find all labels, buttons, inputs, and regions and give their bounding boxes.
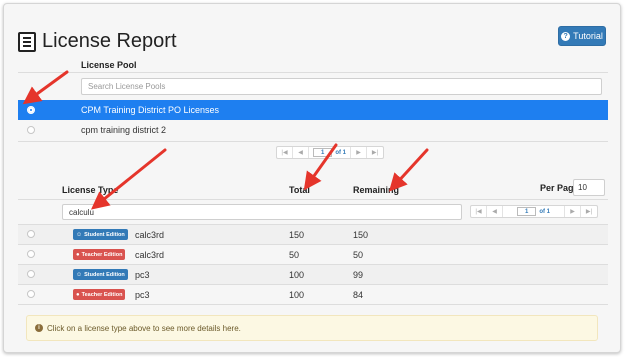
page-indicator: 1 of 1 — [503, 206, 566, 217]
prev-page-button[interactable]: ◀ — [487, 206, 503, 217]
license-type-radio[interactable] — [27, 290, 35, 298]
page-count: of 1 — [539, 208, 551, 215]
badge-label: Student Edition — [84, 271, 125, 278]
teacher-edition-badge: ● Teacher Edition — [73, 289, 126, 300]
info-alert: i Click on a license type above to see m… — [26, 315, 598, 341]
teacher-edition-badge: ● Teacher Edition — [73, 249, 126, 260]
page-title: License Report — [42, 30, 177, 52]
license-pool-search-input[interactable]: Search License Pools — [81, 78, 602, 95]
page-indicator: 1 of 1 — [309, 147, 352, 158]
page-header: License Report — [18, 30, 177, 53]
license-pool-name: CPM Training District PO Licenses — [81, 105, 220, 115]
license-type-row[interactable]: ● Teacher Edition pc3 100 84 — [18, 285, 608, 304]
license-type-search-input[interactable]: calculu — [62, 204, 462, 220]
page-number-input[interactable]: 1 — [517, 207, 537, 216]
first-page-button[interactable]: |◀ — [471, 206, 487, 217]
license-type-pagination: |◀ ◀ 1 of 1 ▶ ▶| — [470, 205, 599, 218]
tutorial-label: Tutorial — [573, 31, 603, 41]
column-header-remaining[interactable]: Remaining — [353, 185, 399, 195]
list-report-icon — [18, 31, 36, 52]
license-type-radio[interactable] — [27, 230, 35, 238]
badge-label: Teacher Edition — [81, 251, 123, 258]
apple-icon: ● — [76, 291, 80, 298]
pool-radio[interactable] — [27, 106, 35, 114]
first-page-button[interactable]: |◀ — [277, 147, 293, 158]
next-page-button[interactable]: ▶ — [351, 147, 368, 158]
license-type-radio[interactable] — [27, 270, 35, 278]
column-header-license-type[interactable]: License Type — [62, 185, 118, 195]
license-type-row[interactable]: ● Teacher Edition calc3rd 50 50 — [18, 245, 608, 264]
column-header-total[interactable]: Total — [289, 185, 310, 195]
alert-text: Click on a license type above to see mor… — [47, 323, 241, 333]
user-icon: ☺ — [76, 271, 83, 278]
apple-icon: ● — [76, 251, 80, 258]
license-pool-pagination: |◀ ◀ 1 of 1 ▶ ▶| — [276, 146, 385, 159]
prev-page-button[interactable]: ◀ — [293, 147, 309, 158]
divider — [18, 199, 608, 200]
page-count: of 1 — [335, 149, 347, 156]
license-remaining: 50 — [353, 250, 364, 260]
license-pool-name: cpm training district 2 — [81, 125, 167, 135]
license-type-row[interactable]: ☺ Student Edition pc3 100 99 — [18, 265, 608, 284]
license-total: 100 — [289, 270, 305, 280]
last-page-button[interactable]: ▶| — [367, 147, 383, 158]
license-type-name: calc3rd — [135, 230, 165, 240]
per-page-input[interactable]: 10 — [573, 179, 605, 196]
license-remaining: 84 — [353, 290, 364, 300]
license-pool-header: License Pool — [81, 60, 137, 70]
license-type-row[interactable]: ☺ Student Edition calc3rd 150 150 — [18, 225, 608, 244]
license-remaining: 99 — [353, 270, 364, 280]
question-circle-icon: ? — [561, 31, 571, 41]
divider — [18, 141, 608, 142]
badge-label: Student Edition — [84, 231, 125, 238]
divider — [18, 72, 608, 73]
user-icon: ☺ — [76, 231, 83, 238]
info-circle-icon: i — [35, 324, 43, 332]
tutorial-button[interactable]: ? Tutorial — [558, 26, 606, 46]
divider — [18, 304, 608, 305]
license-type-name: calc3rd — [135, 250, 165, 260]
page-number-input[interactable]: 1 — [313, 148, 333, 157]
last-page-button[interactable]: ▶| — [581, 206, 597, 217]
next-page-button[interactable]: ▶ — [565, 206, 582, 217]
license-total: 100 — [289, 290, 305, 300]
badge-label: Teacher Edition — [81, 291, 123, 298]
license-type-name: pc3 — [135, 290, 150, 300]
app-window: License Report ? Tutorial License Pool S… — [3, 3, 621, 353]
license-total: 150 — [289, 230, 305, 240]
student-edition-badge: ☺ Student Edition — [73, 269, 128, 280]
license-total: 50 — [289, 250, 300, 260]
license-type-radio[interactable] — [27, 250, 35, 258]
license-pool-row[interactable]: CPM Training District PO Licenses — [18, 100, 608, 120]
license-type-name: pc3 — [135, 270, 150, 280]
license-remaining: 150 — [353, 230, 369, 240]
pool-radio[interactable] — [27, 126, 35, 134]
license-pool-row[interactable]: cpm training district 2 — [18, 120, 608, 140]
student-edition-badge: ☺ Student Edition — [73, 229, 128, 240]
